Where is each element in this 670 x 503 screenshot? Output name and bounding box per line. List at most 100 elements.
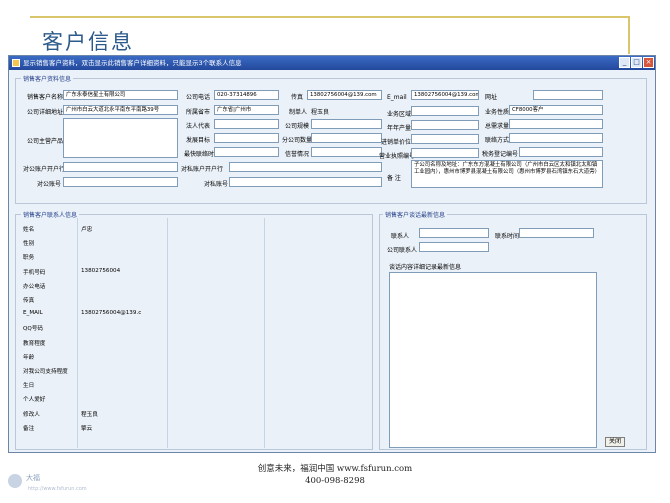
- remark-label: 备 注: [387, 175, 401, 182]
- region-field[interactable]: [411, 106, 479, 116]
- phone-field[interactable]: 020-37314896: [214, 90, 279, 100]
- dev-label: 发展目标: [186, 137, 211, 144]
- close-window-button[interactable]: ×: [643, 57, 654, 68]
- address-label: 公司详细地址: [27, 109, 64, 116]
- province-field[interactable]: 广东省|广州市: [214, 105, 279, 115]
- province-label: 所属省市: [186, 109, 211, 116]
- customer-name-label: 销售客户名称: [27, 94, 64, 101]
- legal-label: 法人代表: [186, 123, 211, 130]
- demand-field[interactable]: [509, 119, 603, 129]
- maximize-button[interactable]: □: [631, 57, 642, 68]
- remark-field[interactable]: 子公司名称及地址：广东东方混凝土有限公司（广州市白云区太和镇北太和镇工业园内），…: [411, 160, 603, 188]
- contact-field-label: 性别: [23, 241, 35, 248]
- maker-value: 程玉良: [311, 109, 330, 116]
- logo-url: http://www.fsfurun.com: [28, 486, 87, 492]
- contact-field-label: E_MAIL: [23, 310, 43, 317]
- products-field[interactable]: [63, 118, 178, 158]
- bank-field[interactable]: [63, 162, 178, 172]
- contacts-col-divider: [167, 218, 168, 448]
- window-titlebar[interactable]: 显示销售客户资料，双击显示此销售客户详细资料，只能显示3个联系人信息 _ □ ×: [9, 56, 655, 70]
- branch-field[interactable]: [311, 133, 382, 143]
- address-field[interactable]: 广州市白云大道北永平南东平南路39号: [63, 105, 178, 115]
- contacts-col-divider: [264, 218, 265, 448]
- contacts-legend: 销售客户联系人信息: [21, 210, 80, 219]
- credit-field[interactable]: [311, 147, 382, 157]
- contact-field-label: 年龄: [23, 354, 35, 361]
- contact-field-label: 传真: [23, 298, 35, 304]
- customer-window: 显示销售客户资料，双击显示此销售客户详细资料，只能显示3个联系人信息 _ □ ×…: [8, 55, 656, 453]
- conversation-legend: 销售客户谈话最新信息: [383, 210, 448, 219]
- contact-way-label: 联络方式: [485, 137, 510, 144]
- recent-field[interactable]: [214, 147, 279, 157]
- contact-field-label: 办公电话: [23, 283, 46, 290]
- annual-label: 年年产量: [387, 125, 412, 132]
- customer-info-legend: 销售客户资料信息: [21, 74, 74, 83]
- license-label: 营业执照编号: [379, 153, 416, 160]
- contact-1-value: 擎云: [81, 425, 93, 432]
- customer-name-field[interactable]: 广东永泰信星土有限公司: [63, 90, 178, 100]
- website-field[interactable]: [533, 90, 603, 100]
- dev-field[interactable]: [214, 133, 279, 143]
- bank2-field[interactable]: [229, 162, 382, 172]
- contacts-col-divider: [77, 218, 78, 448]
- contacts-group: [15, 214, 373, 450]
- contact-field-label: 个人爱好: [23, 397, 46, 404]
- contact-field-label: 职务: [23, 255, 35, 262]
- legal-field[interactable]: [214, 119, 279, 129]
- footer-slogan: 创意未来，福润中国 www.fsfurun.com: [257, 464, 413, 474]
- app-icon: [12, 59, 20, 67]
- conv-content-field[interactable]: [389, 272, 597, 448]
- email-field[interactable]: 13802756004@139.com: [411, 90, 479, 100]
- bank-label: 对公账户开户行: [23, 166, 66, 173]
- acct-label: 对公账号: [37, 181, 62, 188]
- top-rule: [30, 16, 630, 18]
- phone-label: 公司电话: [186, 94, 211, 101]
- contact-field-label: 姓名: [23, 227, 35, 233]
- license-field[interactable]: [411, 148, 479, 158]
- contact-field-label: 对我公司支持程度: [23, 369, 68, 375]
- nature-label: 业务性质: [485, 109, 510, 116]
- conv-contact-field[interactable]: [419, 228, 489, 238]
- acct2-label: 对私账号: [204, 181, 229, 188]
- contact-way-field[interactable]: [509, 133, 603, 143]
- demand-label: 总需求量: [485, 123, 510, 130]
- region-label: 业务区域: [387, 111, 412, 118]
- products-label: 公司主营产品: [27, 138, 64, 145]
- contact-field-label: 手机号码: [23, 269, 46, 276]
- conv-time-label: 联系时间: [495, 233, 520, 240]
- contact-field-label: 备注: [23, 425, 35, 432]
- window-title: 显示销售客户资料，双击显示此销售客户详细资料，只能显示3个联系人信息: [23, 59, 242, 67]
- credit-label: 信誉情况: [285, 151, 310, 158]
- tax-label: 税务登记编号: [482, 151, 519, 158]
- tax-field[interactable]: [519, 147, 603, 157]
- nature-field[interactable]: CF8000客户: [509, 105, 603, 115]
- scale-field[interactable]: [311, 119, 382, 129]
- bank2-label: 对私账户开户行: [181, 166, 224, 173]
- maker-label: 制单人: [289, 109, 308, 116]
- contact-1-value: 13802756004@139.c: [81, 310, 142, 317]
- contact-field-label: QQ号码: [23, 326, 43, 333]
- conv-content-label: 谈话内容详细记录最新信息: [389, 264, 462, 271]
- contact-field-label: 教育程度: [23, 340, 46, 347]
- email-label: E_mail: [387, 94, 407, 101]
- annual-field[interactable]: [411, 120, 479, 130]
- contact-1-value: 13802756004: [81, 267, 121, 274]
- scale-label: 公司规模: [285, 123, 310, 130]
- company-contact-field[interactable]: [419, 242, 489, 252]
- conv-contact-label: 联系人: [391, 233, 410, 240]
- acct2-field[interactable]: [229, 177, 382, 187]
- unit-price-label: 进销单价位: [381, 139, 412, 146]
- footer-phone: 400-098-8298: [305, 476, 365, 486]
- branch-label: 分公司数量: [282, 137, 313, 144]
- side-rule: [628, 16, 630, 54]
- contact-field-label: 生日: [23, 383, 35, 390]
- close-button[interactable]: 关闭: [605, 437, 625, 447]
- conv-time-field[interactable]: [519, 228, 594, 238]
- unit-price-field[interactable]: [411, 134, 479, 144]
- website-label: 网址: [485, 94, 498, 101]
- minimize-button[interactable]: _: [619, 57, 630, 68]
- fax-label: 传真: [291, 94, 304, 101]
- fax-field[interactable]: 13802756004@139.com: [307, 90, 382, 100]
- page-title: 客户信息: [42, 30, 134, 54]
- acct-field[interactable]: [63, 177, 178, 187]
